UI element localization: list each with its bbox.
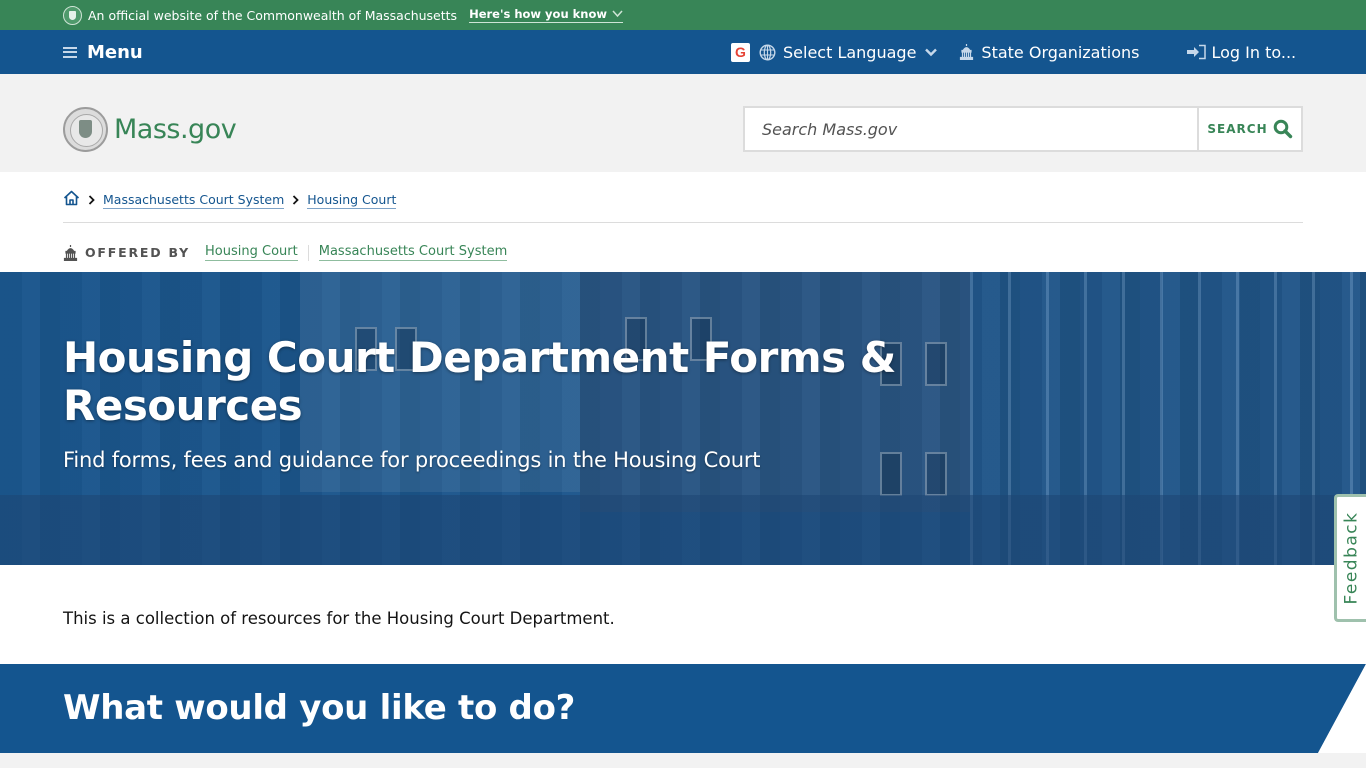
search-icon (1273, 119, 1292, 139)
heres-how-you-know-link[interactable]: Here's how you know (469, 7, 624, 23)
capitol-building-icon (63, 244, 78, 261)
breadcrumb-item[interactable]: Massachusetts Court System (103, 192, 285, 209)
log-in-button[interactable]: Log In to... (1186, 43, 1296, 62)
heres-how-you-know-label: Here's how you know (469, 7, 608, 21)
chevron-down-icon (612, 10, 623, 18)
chevron-down-icon (925, 48, 938, 56)
commonwealth-seal-icon (63, 107, 108, 152)
official-banner-text: An official website of the Commonwealth … (88, 7, 458, 23)
what-would-you-like-to-do-section: What would you like to do? (0, 664, 1366, 768)
intro-text: This is a collection of resources for th… (63, 609, 615, 628)
page-banner: Housing Court Department Forms & Resourc… (0, 272, 1366, 565)
search-button[interactable]: SEARCH (1197, 108, 1301, 150)
section-heading: What would you like to do? (63, 688, 576, 728)
sign-in-icon (1187, 44, 1207, 60)
offered-by-label: OFFERED BY (85, 245, 191, 260)
breadcrumb-home[interactable] (63, 190, 80, 210)
capitol-building-icon (960, 44, 974, 60)
banner-window (880, 452, 902, 496)
divider (63, 222, 1303, 223)
offered-by-org-link[interactable]: Massachusetts Court System (318, 244, 508, 261)
home-icon (63, 190, 80, 206)
utility-links: G Select Language State Organizations Lo… (731, 30, 1296, 74)
log-in-label: Log In to... (1211, 42, 1297, 62)
menu-button[interactable]: Menu (63, 42, 143, 63)
banner-ground (0, 495, 1366, 565)
search-form: SEARCH (743, 106, 1303, 152)
globe-icon (759, 43, 776, 61)
site-header: Mass.gov SEARCH (0, 74, 1366, 172)
official-website-banner: An official website of the Commonwealth … (0, 0, 1366, 30)
page-subtitle: Find forms, fees and guidance for procee… (63, 448, 761, 472)
search-input[interactable] (745, 108, 1197, 150)
state-organizations-link[interactable]: State Organizations (959, 43, 1139, 62)
search-button-label: SEARCH (1207, 122, 1268, 136)
select-language-label: Select Language (783, 42, 917, 62)
chevron-right-icon (293, 195, 300, 205)
chevron-right-icon (88, 195, 95, 205)
page-title: Housing Court Department Forms & Resourc… (63, 333, 896, 430)
google-translate-icon: G (731, 42, 750, 62)
offered-by-org-link[interactable]: Housing Court (205, 244, 298, 261)
feedback-button[interactable]: Feedback (1334, 494, 1366, 622)
select-language-button[interactable]: Select Language (759, 42, 938, 62)
feedback-label: Feedback (1341, 511, 1362, 605)
breadcrumb-item[interactable]: Housing Court (307, 192, 397, 209)
state-seal-icon (63, 5, 82, 25)
banner-window (925, 452, 947, 496)
utility-nav: Menu G Select Language State Organizatio… (0, 30, 1366, 74)
state-organizations-label: State Organizations (981, 42, 1140, 62)
offered-by: OFFERED BY Housing Court Massachusetts C… (63, 244, 508, 261)
logo-wordmark: Mass.gov (114, 114, 237, 145)
breadcrumb: Massachusetts Court System Housing Court (63, 190, 397, 210)
hamburger-icon (63, 46, 77, 58)
mass-gov-logo[interactable]: Mass.gov (63, 107, 237, 152)
separator (307, 244, 309, 261)
menu-label: Menu (87, 41, 143, 63)
